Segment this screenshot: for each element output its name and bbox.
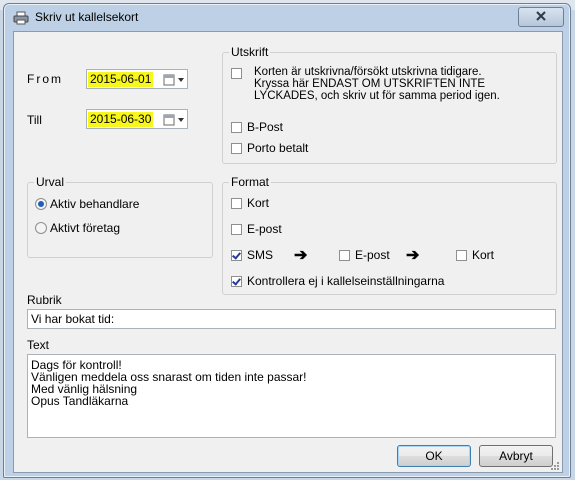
- printer-icon: [13, 11, 29, 25]
- title-bar[interactable]: Skriv ut kallelsekort: [4, 4, 570, 30]
- till-date-picker[interactable]: 2015-06-30: [86, 109, 188, 129]
- aktivt-foretag-label: Aktivt företag: [50, 221, 121, 235]
- dialog-body: From 2015-06-01 Till 2015-06-30 Utskrift…: [13, 31, 563, 473]
- ok-button[interactable]: OK: [397, 445, 471, 467]
- kort-checkbox[interactable]: [231, 198, 242, 209]
- reprint-checkbox[interactable]: [231, 68, 242, 79]
- window-title: Skriv ut kallelsekort: [35, 10, 139, 24]
- from-date-picker[interactable]: 2015-06-01: [86, 69, 188, 89]
- kontrollera-label: Kontrollera ej i kallelseinställningarna: [247, 274, 445, 288]
- bpost-label: B-Post: [247, 120, 284, 134]
- cancel-button[interactable]: Avbryt: [479, 445, 553, 467]
- dialog-window: Skriv ut kallelsekort From 2015-06-01 Ti…: [3, 3, 571, 478]
- calendar-dropdown-icon[interactable]: [161, 72, 187, 88]
- fallback-epost-label: E-post: [355, 248, 390, 262]
- epost-label: E-post: [247, 222, 282, 236]
- porto-checkbox[interactable]: [231, 143, 242, 154]
- rubrik-label: Rubrik: [27, 293, 62, 307]
- till-label: Till: [27, 113, 42, 127]
- sms-label: SMS: [247, 248, 274, 262]
- close-button[interactable]: [518, 7, 564, 27]
- till-date-value[interactable]: 2015-06-30: [88, 112, 154, 127]
- reprint-label: Korten är utskrivna/försökt utskrivna ti…: [254, 66, 500, 102]
- utskrift-group-title: Utskrift: [229, 45, 271, 59]
- fallback-epost-checkbox[interactable]: [339, 250, 350, 261]
- resize-grip-icon[interactable]: [550, 460, 560, 470]
- format-group-title: Format: [229, 175, 272, 189]
- aktiv-behandlare-label: Aktiv behandlare: [50, 197, 140, 211]
- close-icon: [536, 10, 546, 24]
- from-date-value[interactable]: 2015-06-01: [88, 72, 154, 87]
- sms-checkbox[interactable]: [231, 250, 242, 261]
- text-label: Text: [27, 338, 50, 352]
- aktiv-behandlare-radio[interactable]: [35, 198, 47, 210]
- porto-label: Porto betalt: [247, 141, 309, 155]
- calendar-dropdown-icon[interactable]: [161, 112, 187, 128]
- aktivt-foretag-radio[interactable]: [35, 222, 47, 234]
- text-textarea[interactable]: Dags för kontroll! Vänligen meddela oss …: [27, 354, 556, 438]
- bpost-checkbox[interactable]: [231, 122, 242, 133]
- from-label: From: [27, 72, 63, 86]
- urval-group-title: Urval: [34, 175, 67, 189]
- kort-label: Kort: [247, 196, 270, 210]
- fallback-kort-checkbox[interactable]: [456, 250, 467, 261]
- arrow-right-icon: ➔: [406, 247, 420, 264]
- kontrollera-checkbox[interactable]: [231, 276, 242, 287]
- arrow-right-icon: ➔: [294, 247, 308, 264]
- epost-checkbox[interactable]: [231, 224, 242, 235]
- rubrik-input[interactable]: Vi har bokat tid:: [27, 309, 556, 329]
- urval-group: [27, 182, 213, 258]
- fallback-kort-label: Kort: [472, 248, 495, 262]
